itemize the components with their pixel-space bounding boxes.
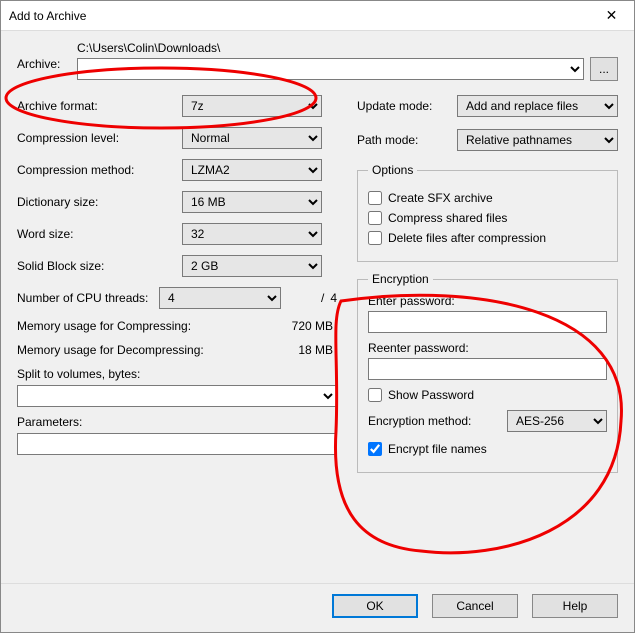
dialog-buttons: OK Cancel Help [1, 583, 634, 632]
close-icon: ✕ [606, 7, 618, 24]
delete-after-checkbox[interactable] [368, 231, 382, 245]
add-to-archive-window: Add to Archive ✕ Archive: C:\Users\Colin… [0, 0, 635, 633]
mem-compress-label: Memory usage for Compressing: [17, 319, 237, 333]
window-title: Add to Archive [9, 9, 86, 23]
enter-password-label: Enter password: [368, 294, 607, 308]
parameters-input[interactable] [17, 433, 337, 455]
reenter-password-input[interactable] [368, 358, 607, 380]
browse-label: ... [599, 62, 609, 76]
encrypt-file-names-checkbox[interactable] [368, 442, 382, 456]
solid-block-size-select[interactable]: 2 GB [182, 255, 322, 277]
dictionary-size-label: Dictionary size: [17, 195, 182, 209]
options-group: Options Create SFX archive Compress shar… [357, 163, 618, 262]
archive-format-select[interactable]: 7z [182, 95, 322, 117]
mem-decompress-value: 18 MB [298, 343, 337, 357]
create-sfx-checkbox[interactable] [368, 191, 382, 205]
encryption-method-label: Encryption method: [368, 414, 507, 428]
dialog-content: Archive: C:\Users\Colin\Downloads\ ... A… [1, 31, 634, 583]
browse-button[interactable]: ... [590, 57, 618, 81]
threads-slash: / [321, 291, 324, 305]
encryption-group: Encryption Enter password: Reenter passw… [357, 272, 618, 473]
mem-compress-value: 720 MB [292, 319, 337, 333]
compression-level-label: Compression level: [17, 131, 182, 145]
titlebar: Add to Archive ✕ [1, 1, 634, 31]
parameters-label: Parameters: [17, 415, 337, 429]
help-button[interactable]: Help [532, 594, 618, 618]
cpu-threads-select[interactable]: 4 [159, 287, 281, 309]
show-password-label: Show Password [388, 388, 474, 402]
compression-method-label: Compression method: [17, 163, 182, 177]
archive-format-label: Archive format: [17, 99, 182, 113]
compress-shared-label: Compress shared files [388, 211, 507, 225]
right-column: Update mode: Add and replace files Path … [357, 95, 618, 483]
ok-button[interactable]: OK [332, 594, 418, 618]
update-mode-label: Update mode: [357, 99, 457, 113]
reenter-password-label: Reenter password: [368, 341, 607, 355]
close-button[interactable]: ✕ [589, 1, 634, 31]
threads-max: 4 [330, 291, 337, 305]
compression-level-select[interactable]: Normal [182, 127, 322, 149]
split-volumes-select[interactable] [17, 385, 337, 407]
compression-method-select[interactable]: LZMA2 [182, 159, 322, 181]
create-sfx-label: Create SFX archive [388, 191, 493, 205]
show-password-checkbox[interactable] [368, 388, 382, 402]
enter-password-input[interactable] [368, 311, 607, 333]
dictionary-size-select[interactable]: 16 MB [182, 191, 322, 213]
encrypt-file-names-label: Encrypt file names [388, 442, 487, 456]
solid-block-size-label: Solid Block size: [17, 259, 182, 273]
update-mode-select[interactable]: Add and replace files [457, 95, 618, 117]
delete-after-label: Delete files after compression [388, 231, 546, 245]
compress-shared-checkbox[interactable] [368, 211, 382, 225]
word-size-select[interactable]: 32 [182, 223, 322, 245]
encryption-legend: Encryption [368, 272, 433, 286]
word-size-label: Word size: [17, 227, 182, 241]
left-column: Archive format: 7z Compression level: No… [17, 95, 337, 483]
encryption-method-select[interactable]: AES-256 [507, 410, 607, 432]
mem-decompress-label: Memory usage for Decompressing: [17, 343, 237, 357]
path-mode-select[interactable]: Relative pathnames [457, 129, 618, 151]
archive-label: Archive: [17, 41, 77, 71]
archive-name-select[interactable] [77, 58, 584, 80]
options-legend: Options [368, 163, 417, 177]
path-mode-label: Path mode: [357, 133, 457, 147]
split-volumes-label: Split to volumes, bytes: [17, 367, 337, 381]
cpu-threads-label: Number of CPU threads: [17, 291, 159, 305]
archive-path-text: C:\Users\Colin\Downloads\ [77, 41, 618, 55]
cancel-button[interactable]: Cancel [432, 594, 518, 618]
